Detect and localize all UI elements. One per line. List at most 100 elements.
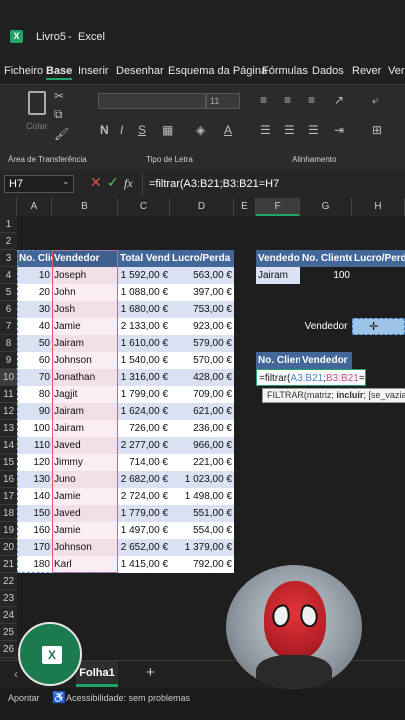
- align-left-icon[interactable]: ☰: [260, 123, 271, 137]
- copy-icon[interactable]: ⧉: [54, 107, 63, 122]
- menu-inserir[interactable]: Inserir: [78, 65, 109, 77]
- table-cell-vendedor[interactable]: Javed: [52, 437, 118, 454]
- sheet-tab-folha1[interactable]: Folha1: [76, 661, 118, 687]
- table-cell-cliente[interactable]: 60: [17, 352, 52, 369]
- table-cell-total[interactable]: 1 415,00 €: [118, 556, 170, 573]
- table-cell-total[interactable]: 2 652,00 €: [118, 539, 170, 556]
- align-middle-icon[interactable]: ≡: [284, 93, 291, 107]
- table-cell-total[interactable]: 726,00 €: [118, 420, 170, 437]
- row-header-13[interactable]: 13: [0, 420, 17, 437]
- row-header-24[interactable]: 24: [0, 607, 17, 624]
- row-header-9[interactable]: 9: [0, 352, 17, 369]
- row-header-26[interactable]: 26: [0, 641, 17, 658]
- table-cell-vendedor[interactable]: Jairam: [52, 403, 118, 420]
- table-cell-lucro[interactable]: 923,00 €: [170, 318, 234, 335]
- row-header-21[interactable]: 21: [0, 556, 17, 573]
- chevron-down-icon[interactable]: ⌄: [62, 176, 70, 187]
- accessibility-icon[interactable]: ♿: [52, 691, 66, 704]
- align-bottom-icon[interactable]: ≡: [308, 93, 315, 107]
- table-header-0[interactable]: No. Cliente: [17, 250, 52, 267]
- table-cell-lucro[interactable]: 792,00 €: [170, 556, 234, 573]
- table-cell-total[interactable]: 2 682,00 €: [118, 471, 170, 488]
- table-cell-cliente[interactable]: 130: [17, 471, 52, 488]
- confirm-icon[interactable]: ✓: [107, 174, 119, 191]
- filter-header-1[interactable]: Vendedor: [300, 352, 352, 369]
- table-cell-vendedor[interactable]: Jairam: [52, 420, 118, 437]
- formula-input[interactable]: =filtrar(A3:B21;B3:B21=H7: [142, 172, 405, 196]
- lookup-header-0[interactable]: Vendedor: [256, 250, 300, 267]
- row-header-22[interactable]: 22: [0, 573, 17, 590]
- row-header-20[interactable]: 20: [0, 539, 17, 556]
- table-cell-total[interactable]: 1 540,00 €: [118, 352, 170, 369]
- table-cell-vendedor[interactable]: Jimmy: [52, 454, 118, 471]
- table-cell-vendedor[interactable]: Joseph: [52, 267, 118, 284]
- table-header-1[interactable]: Vendedor: [52, 250, 118, 267]
- column-header-h[interactable]: H: [352, 198, 405, 216]
- table-cell-lucro[interactable]: 579,00 €: [170, 335, 234, 352]
- row-header-15[interactable]: 15: [0, 454, 17, 471]
- table-cell-total[interactable]: 1 680,00 €: [118, 301, 170, 318]
- row-header-1[interactable]: 1: [0, 216, 17, 233]
- paste-icon[interactable]: [28, 91, 46, 115]
- align-center-icon[interactable]: ☰: [284, 123, 295, 137]
- table-cell-lucro[interactable]: 1 023,00 €: [170, 471, 234, 488]
- table-cell-lucro[interactable]: 236,00 €: [170, 420, 234, 437]
- wrap-text-icon[interactable]: ⤶: [372, 93, 379, 108]
- table-cell-cliente[interactable]: 30: [17, 301, 52, 318]
- table-cell-vendedor[interactable]: Jamie: [52, 488, 118, 505]
- table-cell-vendedor[interactable]: Jamie: [52, 318, 118, 335]
- table-cell-vendedor[interactable]: Johnson: [52, 352, 118, 369]
- fill-color-icon[interactable]: ◈: [196, 123, 205, 137]
- table-cell-total[interactable]: 1 610,00 €: [118, 335, 170, 352]
- row-header-23[interactable]: 23: [0, 590, 17, 607]
- table-header-3[interactable]: Lucro/Perda: [170, 250, 234, 267]
- column-header-c[interactable]: C: [118, 198, 170, 216]
- active-cell-h7[interactable]: ✛: [352, 318, 405, 335]
- table-cell-cliente[interactable]: 100: [17, 420, 52, 437]
- scroll-left-icon[interactable]: ‹: [14, 667, 18, 681]
- vendedor-label[interactable]: Vendedor: [300, 318, 352, 335]
- menu-ficheiro[interactable]: Ficheiro: [4, 65, 43, 77]
- table-cell-cliente[interactable]: 50: [17, 335, 52, 352]
- menu-rever[interactable]: Rever: [352, 65, 381, 77]
- row-header-6[interactable]: 6: [0, 301, 17, 318]
- menu-esquema[interactable]: Esquema da Página: [168, 65, 267, 77]
- table-cell-vendedor[interactable]: Johnson: [52, 539, 118, 556]
- row-header-11[interactable]: 11: [0, 386, 17, 403]
- cancel-icon[interactable]: ✕: [90, 174, 102, 191]
- font-color-icon[interactable]: A: [224, 123, 232, 137]
- table-cell-lucro[interactable]: 621,00 €: [170, 403, 234, 420]
- menu-base[interactable]: Base: [46, 65, 73, 80]
- italic-button[interactable]: I: [120, 123, 123, 137]
- table-cell-total[interactable]: 2 724,00 €: [118, 488, 170, 505]
- menu-formulas[interactable]: Fórmulas: [262, 65, 308, 77]
- row-header-12[interactable]: 12: [0, 403, 17, 420]
- column-header-f[interactable]: F: [256, 198, 300, 216]
- table-cell-lucro[interactable]: 397,00 €: [170, 284, 234, 301]
- orientation-icon[interactable]: ↗: [334, 93, 344, 107]
- table-cell-cliente[interactable]: 120: [17, 454, 52, 471]
- table-cell-cliente[interactable]: 170: [17, 539, 52, 556]
- font-size-box[interactable]: 11: [206, 93, 240, 109]
- table-cell-total[interactable]: 2 133,00 €: [118, 318, 170, 335]
- format-painter-icon[interactable]: 🖌: [54, 127, 69, 141]
- menu-desenhar[interactable]: Desenhar: [116, 65, 164, 77]
- table-cell-total[interactable]: 1 497,00 €: [118, 522, 170, 539]
- table-cell-total[interactable]: 2 277,00 €: [118, 437, 170, 454]
- table-cell-total[interactable]: 714,00 €: [118, 454, 170, 471]
- accessibility-status[interactable]: Acessibilidade: sem problemas: [66, 693, 190, 703]
- row-header-5[interactable]: 5: [0, 284, 17, 301]
- lookup-vendedor-value[interactable]: Jairam: [256, 267, 300, 284]
- table-cell-vendedor[interactable]: Jonathan: [52, 369, 118, 386]
- table-cell-lucro[interactable]: 709,00 €: [170, 386, 234, 403]
- row-header-14[interactable]: 14: [0, 437, 17, 454]
- column-header-d[interactable]: D: [170, 198, 234, 216]
- add-sheet-button[interactable]: +: [146, 664, 155, 681]
- table-cell-total[interactable]: 1 624,00 €: [118, 403, 170, 420]
- lookup-header-1[interactable]: No. Cliente: [300, 250, 352, 267]
- row-header-16[interactable]: 16: [0, 471, 17, 488]
- table-cell-cliente[interactable]: 160: [17, 522, 52, 539]
- lookup-header-2[interactable]: Lucro/Perda: [352, 250, 405, 267]
- table-cell-lucro[interactable]: 1 379,00 €: [170, 539, 234, 556]
- table-cell-cliente[interactable]: 150: [17, 505, 52, 522]
